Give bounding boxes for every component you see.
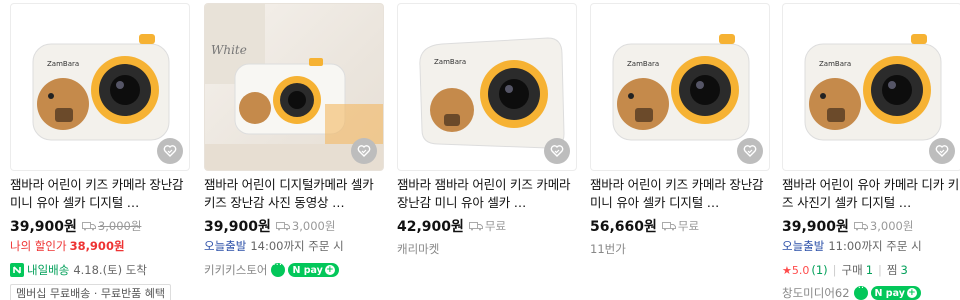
price-line: 39,900원 3,000원: [10, 216, 141, 236]
today-shipping-text: 11:00까지 주문 시: [828, 239, 922, 253]
brand-logo-text: ZamBara: [819, 60, 851, 68]
store-name[interactable]: 창도미디어62: [782, 285, 850, 300]
delivery-date: 4.18.(토) 도착: [73, 263, 147, 277]
shipping-fee-text: 3,000원: [291, 219, 336, 233]
shipping-fee-text: 3,000원: [97, 219, 142, 233]
product-price: 42,900원: [397, 219, 464, 235]
price-line: 42,900원 무료: [397, 216, 506, 236]
today-shipping-line: 오늘출발 14:00까지 주문 시: [204, 237, 344, 255]
shipping-fee-text: 무료: [484, 219, 507, 233]
zzim-count: 3: [900, 263, 908, 277]
truck-icon: [275, 222, 290, 231]
product-thumbnail[interactable]: ZamBara: [397, 3, 577, 171]
truck-icon: [468, 222, 483, 231]
shipping-fee: 무료: [468, 218, 507, 234]
discount-price: 38,900원: [69, 239, 125, 253]
product-thumbnail[interactable]: ZamBara: [590, 3, 770, 171]
discount-line: 나의 할인가 38,900원: [10, 237, 125, 255]
store-line: 키키키스토어 N pay+: [204, 260, 339, 279]
heart-check-icon[interactable]: [351, 138, 377, 164]
product-title[interactable]: 잼바라 잼바라 어린이 키즈 카메라 장난감 미니 유아 셀카 …: [397, 176, 575, 212]
npay-badge: N pay +: [870, 286, 921, 300]
rating-count[interactable]: (1): [811, 263, 827, 277]
today-shipping-label: 오늘출발: [782, 239, 825, 253]
delivery-badge: 내일배송: [27, 263, 70, 277]
shipping-fee: 3,000원: [275, 218, 336, 234]
membership-tag: 멤버십 무료배송 · 무료반품 혜택: [10, 284, 172, 300]
product-card-5[interactable]: ZamBara 잼바라 어린이 유아 카메라 디카 키즈 사진기 셀카 디지털 …: [782, 0, 960, 300]
brand-logo-text: ZamBara: [627, 60, 659, 68]
shipping-fee-text: 무료: [677, 219, 700, 233]
heart-check-icon[interactable]: [929, 138, 955, 164]
shipping-fee: 3,000원: [853, 218, 914, 234]
shipping-fee-text: 3,000원: [869, 219, 914, 233]
product-title[interactable]: 잼바라 어린이 키즈 카메라 장난감 미니 유아 셀카 디지털 …: [10, 176, 188, 212]
product-title[interactable]: 잼바라 어린이 유아 카메라 디카 키즈 사진기 셀카 디지털 …: [782, 176, 960, 212]
price-line: 39,900원 3,000원: [782, 216, 913, 236]
brand-logo-text: ZamBara: [47, 60, 79, 68]
npay-badge: N pay +: [288, 263, 339, 277]
book-text: White: [211, 43, 247, 57]
shipping-fee: 무료: [661, 218, 700, 234]
product-thumbnail[interactable]: ZamBara: [782, 3, 960, 171]
shipping-fee: 3,000원: [81, 218, 142, 234]
product-price: 56,660원: [590, 219, 657, 235]
today-shipping-label: 오늘출발: [204, 239, 247, 253]
heart-check-icon[interactable]: [157, 138, 183, 164]
product-price: 39,900원: [204, 219, 271, 235]
purchase-label: 구매: [841, 263, 863, 277]
truck-icon: [853, 222, 868, 231]
store-line: 창도미디어62 N pay+: [782, 283, 921, 300]
product-list: ZamBara 잼바라 어린이 키즈 카메라 장난감 미니 유아 셀카 디지털 …: [0, 0, 960, 300]
discount-label: 나의 할인가: [10, 239, 67, 253]
chat-icon[interactable]: [853, 283, 868, 300]
truck-icon: [81, 222, 96, 231]
store-name[interactable]: 키키키스토어: [204, 262, 267, 278]
price-line: 39,900원 3,000원: [204, 216, 335, 236]
store-name[interactable]: 11번가: [590, 241, 626, 257]
product-price: 39,900원: [782, 219, 849, 235]
product-title[interactable]: 잼바라 어린이 디지털카메라 셀카 키즈 장난감 사진 동영상 …: [204, 176, 382, 212]
truck-icon: [661, 222, 676, 231]
npay-text: N pay: [874, 287, 905, 299]
today-shipping-text: 14:00까지 주문 시: [250, 239, 344, 253]
today-shipping-line: 오늘출발 11:00까지 주문 시: [782, 237, 922, 255]
delivery-line: 내일배송 4.18.(토) 도착: [10, 261, 147, 279]
zzim-label: 찜: [886, 263, 898, 277]
product-title[interactable]: 잼바라 어린이 키즈 카메라 장난감 미니 유아 셀카 디지털 …: [590, 176, 768, 212]
product-card-1[interactable]: ZamBara 잼바라 어린이 키즈 카메라 장난감 미니 유아 셀카 디지털 …: [10, 0, 190, 300]
stats-line: ★5.0 (1) | 구매 1 | 찜 3: [782, 263, 908, 277]
brand-logo-text: ZamBara: [434, 58, 466, 66]
store-line: 11번가: [590, 240, 626, 258]
rating-value: ★5.0: [782, 263, 810, 277]
product-card-3[interactable]: ZamBara 잼바라 잼바라 어린이 키즈 카메라 장난감 미니 유아 셀카 …: [397, 0, 577, 300]
price-line: 56,660원 무료: [590, 216, 699, 236]
product-card-2[interactable]: White 잼바라 어린이 디지털카메라 셀카 키즈 장난감 사진 동영상 … …: [204, 0, 384, 300]
product-thumbnail[interactable]: ZamBara: [10, 3, 190, 171]
naver-n-icon: [10, 263, 24, 277]
product-thumbnail[interactable]: White: [204, 3, 384, 171]
product-price: 39,900원: [10, 219, 77, 235]
store-name[interactable]: 캐리마켓: [397, 241, 439, 257]
npay-text: N pay: [292, 264, 323, 276]
heart-check-icon[interactable]: [737, 138, 763, 164]
purchase-count: 1: [865, 263, 874, 277]
product-card-4[interactable]: ZamBara 잼바라 어린이 키즈 카메라 장난감 미니 유아 셀카 디지털 …: [590, 0, 770, 300]
store-line: 캐리마켓: [397, 240, 439, 258]
heart-check-icon[interactable]: [544, 138, 570, 164]
chat-icon[interactable]: [271, 260, 286, 277]
